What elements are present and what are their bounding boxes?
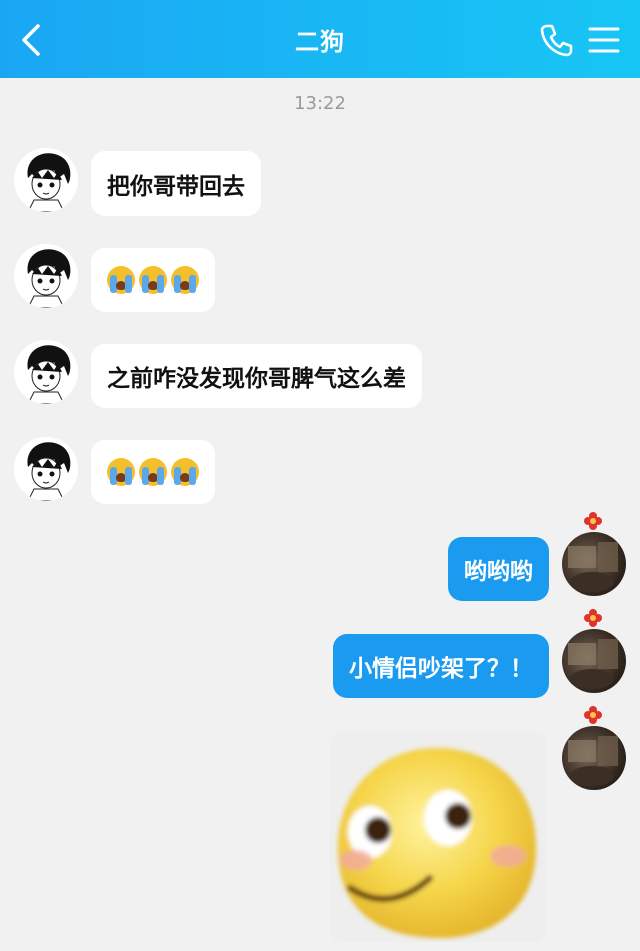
outgoing-message-bubble[interactable]: 小情侣吵架了？！ — [333, 634, 549, 698]
incoming-message-bubble[interactable] — [91, 440, 215, 504]
my-avatar[interactable] — [562, 629, 626, 693]
anime-boy-avatar-icon — [14, 244, 78, 308]
smirking-yellow-face-sticker-icon — [337, 747, 537, 938]
photo-avatar-icon — [568, 639, 618, 689]
photo-avatar-icon — [568, 542, 618, 592]
loudly-crying-face-icon — [171, 458, 199, 486]
message-timestamp: 13:22 — [294, 93, 346, 114]
my-avatar[interactable] — [562, 726, 626, 790]
message-text: 把你哥带回去 — [107, 173, 245, 200]
flower-badge-icon — [584, 512, 602, 530]
avatar[interactable] — [14, 340, 78, 404]
anime-boy-avatar-icon — [14, 437, 78, 501]
message-text: 之前咋没发现你哥脾气这么差 — [107, 366, 406, 392]
avatar[interactable] — [14, 148, 78, 212]
anime-boy-avatar-icon — [14, 340, 78, 404]
message-text: 哟哟哟 — [464, 559, 533, 585]
message-text: 小情侣吵架了？！ — [349, 656, 533, 682]
outgoing-message-bubble[interactable]: 哟哟哟 — [448, 537, 549, 601]
sticker-message[interactable] — [330, 732, 546, 942]
photo-avatar-icon — [568, 736, 618, 786]
anime-boy-avatar-icon — [14, 148, 78, 212]
avatar[interactable] — [14, 244, 78, 308]
chat-header: 二狗 — [0, 0, 640, 78]
avatar[interactable] — [14, 437, 78, 501]
loudly-crying-face-icon — [139, 458, 167, 486]
my-avatar[interactable] — [562, 532, 626, 596]
phone-icon[interactable] — [536, 20, 576, 60]
flower-badge-icon — [584, 706, 602, 724]
loudly-crying-face-icon — [139, 266, 167, 294]
loudly-crying-face-icon — [171, 266, 199, 294]
incoming-message-bubble[interactable] — [91, 248, 215, 312]
loudly-crying-face-icon — [107, 266, 135, 294]
incoming-message-bubble[interactable]: 把你哥带回去 — [91, 151, 261, 216]
incoming-message-bubble[interactable]: 之前咋没发现你哥脾气这么差 — [91, 344, 422, 408]
flower-badge-icon — [584, 609, 602, 627]
loudly-crying-face-icon — [107, 458, 135, 486]
menu-icon[interactable] — [584, 20, 624, 60]
